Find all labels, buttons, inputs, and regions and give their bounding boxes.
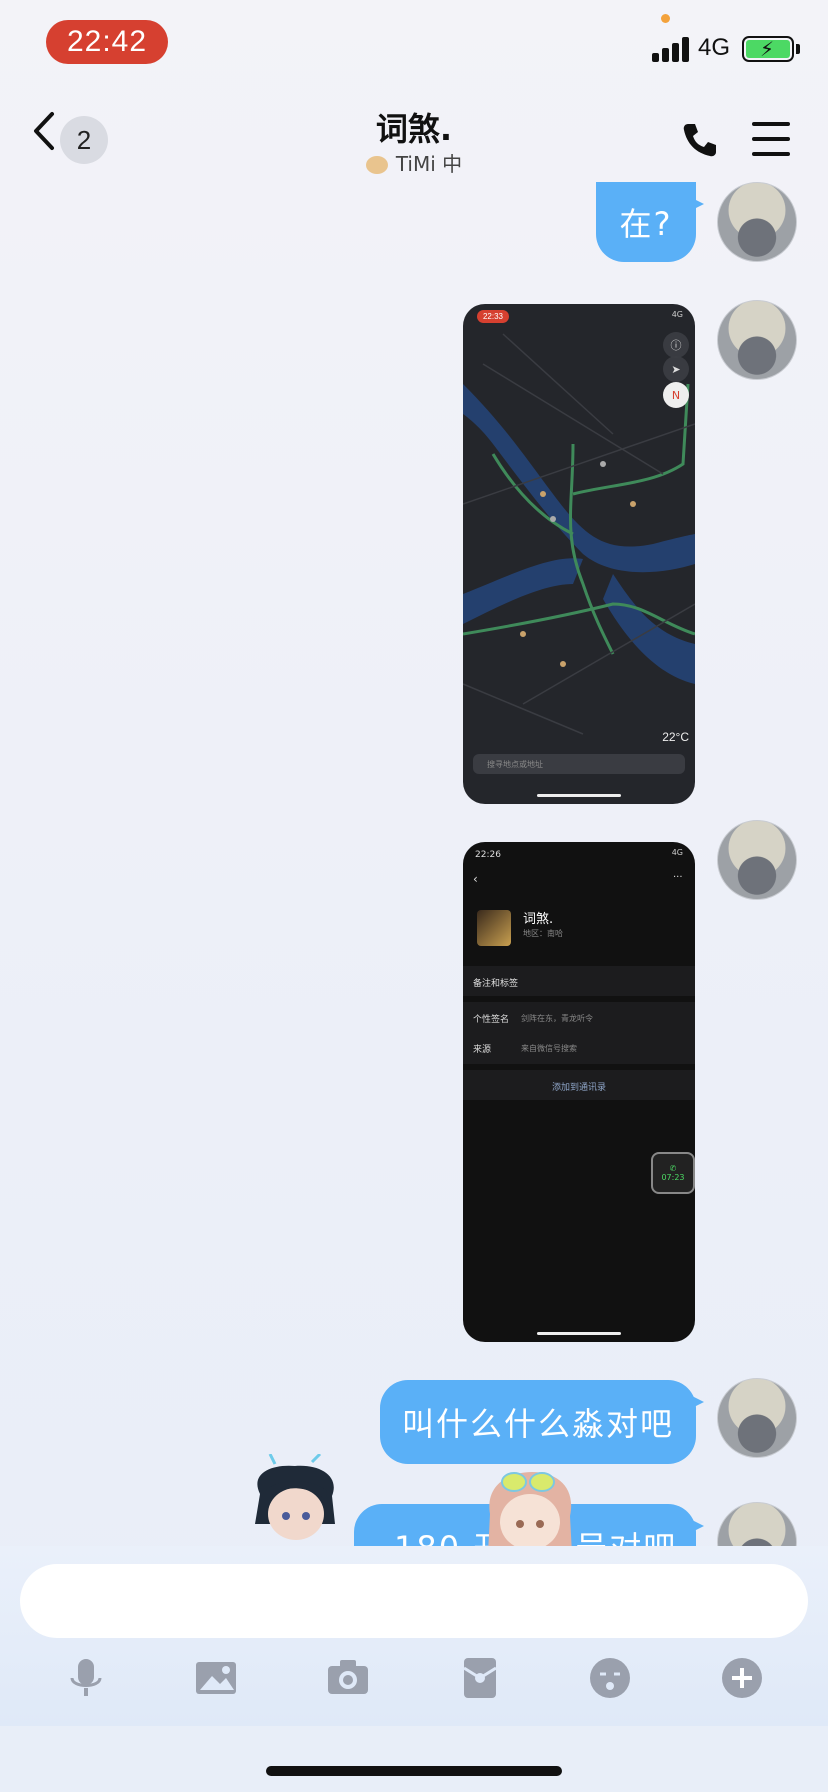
- mini-profile-name: 词煞.: [523, 912, 554, 927]
- mini-more-icon: ···: [673, 872, 683, 883]
- input-bar: [0, 1546, 828, 1726]
- mini-phone-icon: ✆: [669, 1164, 677, 1173]
- home-indicator: [266, 1766, 562, 1776]
- compass-icon: N: [663, 382, 689, 408]
- mini-profile-region: 地区：南哈: [523, 929, 563, 938]
- plus-icon[interactable]: [720, 1656, 764, 1700]
- message-list[interactable]: 在? 22:33 4G ⓘ ➤ N 22°C 搜寻地点或地址 22:26 4G …: [0, 182, 828, 1546]
- red-packet-icon[interactable]: [458, 1656, 502, 1700]
- privacy-indicator: [661, 14, 670, 23]
- avatar[interactable]: [717, 1502, 797, 1546]
- floating-call-widget: ✆ 07:23: [651, 1152, 695, 1194]
- mini-status-time: 22:33: [477, 310, 509, 323]
- mini-remark-row: 备注和标签: [463, 966, 695, 996]
- avatar[interactable]: [717, 300, 797, 380]
- battery-nub: [796, 44, 800, 54]
- camera-icon[interactable]: [326, 1656, 370, 1700]
- message-text: 在?: [619, 205, 673, 243]
- weather-label: 22°C: [662, 730, 689, 744]
- status-text: TiMi 中: [395, 152, 463, 176]
- anime-boy-sticker-icon: [255, 1454, 335, 1540]
- map-screenshot-image[interactable]: 22:33 4G ⓘ ➤ N 22°C 搜寻地点或地址: [463, 304, 695, 804]
- emoji-icon[interactable]: [588, 1656, 632, 1700]
- avatar[interactable]: [717, 182, 797, 262]
- mini-home-indicator: [537, 1332, 621, 1335]
- menu-icon[interactable]: [752, 122, 790, 158]
- microphone-icon[interactable]: [64, 1656, 108, 1700]
- avatar[interactable]: [717, 820, 797, 900]
- message-bubble[interactable]: 在?: [596, 182, 704, 262]
- profile-screenshot-image[interactable]: 22:26 4G ‹ ··· 词煞. 地区：南哈 备注和标签 个性签名 剑阵在东…: [463, 842, 695, 1342]
- map-drawing: [463, 333, 695, 735]
- message-bubble[interactable]: 叫什么什么淼对吧: [380, 1380, 704, 1464]
- message-text: 叫什么什么淼对吧: [401, 1405, 674, 1443]
- network-label: 4G: [698, 34, 731, 61]
- status-bar: 22:42 4G ⚡: [0, 0, 828, 90]
- mini-info-section: 个性签名 剑阵在东，青龙听令 来源 来自微信号搜索: [463, 1002, 695, 1064]
- mini-home-indicator: [537, 794, 621, 797]
- mini-add-contact-row: 添加到通讯录: [463, 1070, 695, 1100]
- info-icon: ⓘ: [663, 332, 689, 358]
- mini-status-time: 22:26: [475, 850, 501, 860]
- phone-icon[interactable]: [680, 120, 720, 160]
- chat-header: 2 词煞. TiMi 中: [0, 90, 828, 182]
- status-time[interactable]: 22:42: [46, 20, 168, 64]
- anime-girl-sticker-icon: [488, 1472, 572, 1546]
- mini-network: 4G: [671, 310, 683, 319]
- game-app-icon: [365, 156, 388, 174]
- image-icon[interactable]: [194, 1656, 238, 1700]
- map-search-field: 搜寻地点或地址: [473, 754, 685, 774]
- mini-profile-avatar: [477, 910, 511, 946]
- location-arrow-icon: ➤: [663, 356, 689, 382]
- mini-network: 4G: [671, 848, 683, 857]
- avatar[interactable]: [717, 1378, 797, 1458]
- mini-back-icon: ‹: [473, 872, 478, 886]
- signal-icon: [652, 36, 692, 62]
- message-input[interactable]: [20, 1564, 808, 1638]
- battery-icon: ⚡: [742, 36, 794, 62]
